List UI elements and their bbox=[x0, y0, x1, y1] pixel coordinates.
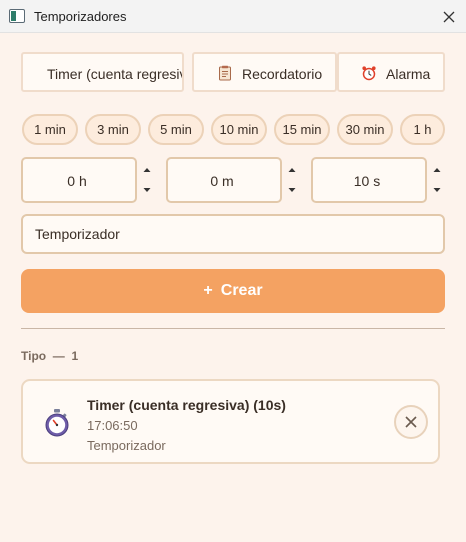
minutes-spinner[interactable]: 0 m bbox=[166, 157, 282, 203]
window-title: Temporizadores bbox=[34, 9, 127, 24]
stopwatch-icon bbox=[45, 409, 69, 437]
close-window-icon[interactable] bbox=[438, 6, 460, 28]
minutes-stepper[interactable] bbox=[282, 157, 302, 203]
preset-10-min[interactable]: 10 min bbox=[211, 114, 267, 145]
preset-15-min[interactable]: 15 min bbox=[274, 114, 330, 145]
tab-reminder-label: Recordatorio bbox=[242, 66, 323, 82]
delete-timer-button[interactable] bbox=[394, 405, 428, 439]
tab-timer-label: Timer (cuenta regresiva) bbox=[47, 66, 184, 82]
tab-timer[interactable]: Timer (cuenta regresiva) bbox=[21, 52, 184, 92]
arrow-up-icon[interactable] bbox=[142, 165, 152, 175]
arrow-down-icon[interactable] bbox=[287, 185, 297, 195]
seconds-stepper[interactable] bbox=[427, 157, 445, 203]
create-button[interactable]: + Crear bbox=[21, 269, 445, 313]
arrow-down-icon[interactable] bbox=[432, 185, 442, 195]
tab-alarm[interactable]: Alarma bbox=[337, 52, 445, 92]
arrow-up-icon[interactable] bbox=[287, 165, 297, 175]
hours-spinner[interactable]: 0 h bbox=[21, 157, 137, 203]
seconds-value: 10 s bbox=[353, 173, 381, 189]
arrow-down-icon[interactable] bbox=[142, 185, 152, 195]
timer-name-input[interactable] bbox=[21, 214, 445, 254]
title-bar: Temporizadores bbox=[0, 0, 466, 33]
preset-5-min[interactable]: 5 min bbox=[148, 114, 204, 145]
preset-1-min[interactable]: 1 min bbox=[22, 114, 78, 145]
seconds-spinner[interactable]: 10 s bbox=[311, 157, 427, 203]
alarm-clock-icon bbox=[362, 66, 376, 81]
list-header: Tipo — 1 bbox=[21, 349, 79, 363]
timer-title: Timer (cuenta regresiva) (10s) bbox=[87, 397, 286, 413]
timer-card: Timer (cuenta regresiva) (10s) 17:06:50 … bbox=[21, 379, 440, 464]
preset-3-min[interactable]: 3 min bbox=[85, 114, 141, 145]
preset-30-min[interactable]: 30 min bbox=[337, 114, 393, 145]
preset-1-h[interactable]: 1 h bbox=[400, 114, 445, 145]
notepad-icon bbox=[219, 65, 231, 81]
divider bbox=[21, 328, 445, 329]
close-icon bbox=[405, 416, 417, 428]
app-icon bbox=[9, 9, 25, 23]
tab-alarm-label: Alarma bbox=[386, 66, 431, 82]
create-button-label: Crear bbox=[220, 282, 263, 299]
hours-stepper[interactable] bbox=[137, 157, 157, 203]
plus-icon: + bbox=[203, 282, 213, 299]
tab-reminder[interactable]: Recordatorio bbox=[192, 52, 337, 92]
timer-name: Temporizador bbox=[87, 438, 166, 453]
hours-value: 0 h bbox=[67, 173, 87, 189]
timer-time: 17:06:50 bbox=[87, 418, 138, 433]
minutes-value: 0 m bbox=[210, 173, 234, 189]
arrow-up-icon[interactable] bbox=[432, 165, 442, 175]
